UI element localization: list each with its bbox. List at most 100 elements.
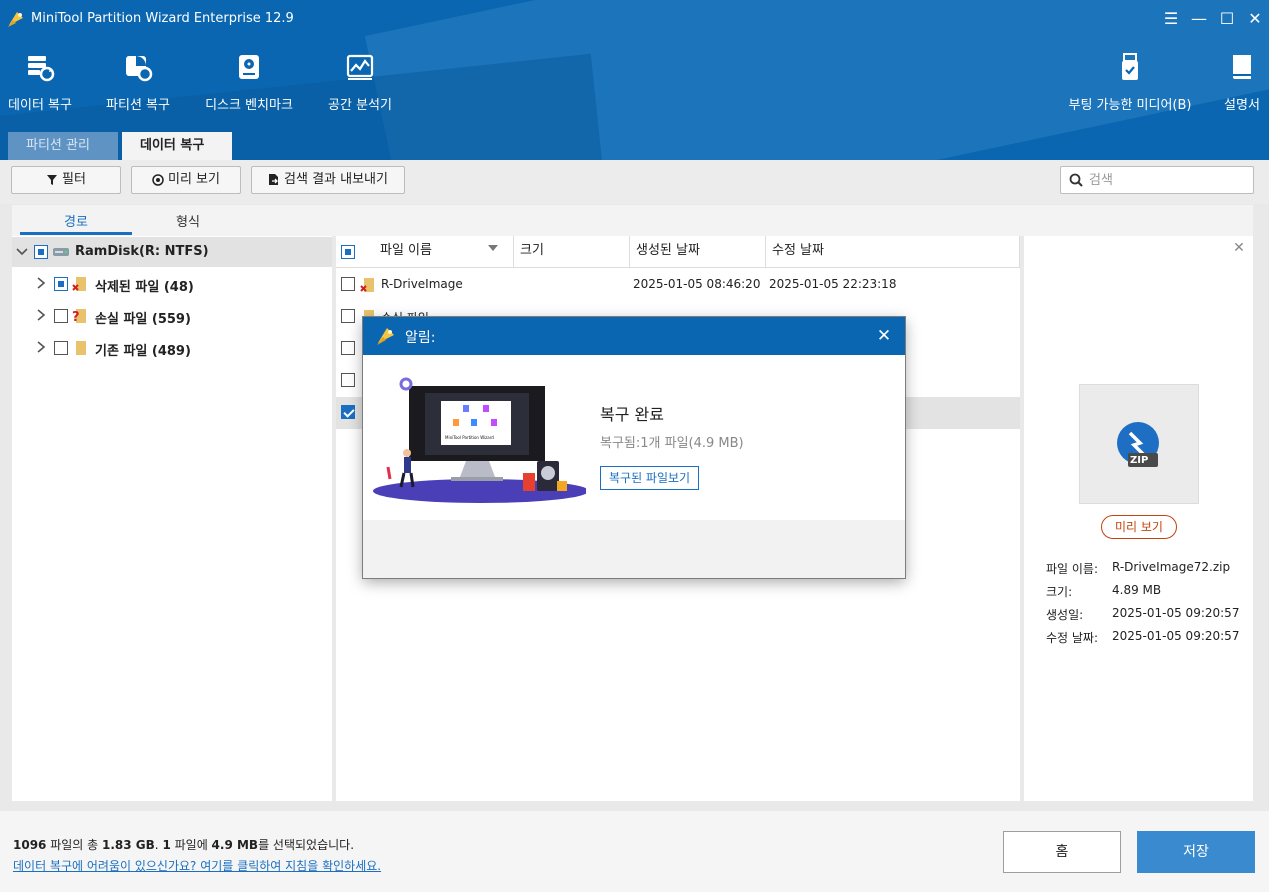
tree-item-deleted[interactable]: 삭제된 파일 (48) (12, 269, 332, 299)
maximize-button[interactable]: ☐ (1216, 8, 1238, 30)
svg-text:?: ? (72, 310, 80, 325)
dialog-footer (363, 520, 905, 578)
tree-item-deleted-checkbox[interactable] (54, 277, 68, 291)
toolbar-partition-recovery[interactable]: 파티션 복구 (102, 52, 174, 116)
filter-label: 필터 (62, 172, 86, 187)
dialog-heading: 복구 완료 (600, 405, 664, 424)
usb-drive-icon (1122, 53, 1138, 80)
row-name: R-DriveImage (381, 277, 463, 291)
title-bar: MiniTool Partition Wizard Enterprise 12.… (0, 0, 1269, 38)
tree-item-deleted-label: 삭제된 파일 (48) (95, 280, 194, 295)
filter-button[interactable]: 필터 (11, 166, 121, 194)
summary-count: 1096 (13, 838, 47, 852)
search-input[interactable] (1089, 170, 1247, 190)
manual-book-icon (1233, 55, 1251, 79)
toolbar-disk-benchmark[interactable]: 디스크 벤치마크 (200, 52, 298, 116)
search-icon (1069, 173, 1083, 187)
toolbar-bootable-media[interactable]: 부팅 가능한 미디어(B) (1062, 52, 1198, 116)
row-checkbox[interactable] (341, 309, 355, 323)
info-modified-value: 2025-01-05 09:20:57 (1112, 629, 1240, 643)
action-row: 필터 미리 보기 검색 결과 내보내기 (0, 160, 1269, 204)
notification-dialog: 알림: ✕ MiniTool Partition Wizard 복구 완료 복구… (363, 317, 905, 578)
column-created-label: 생성된 날짜 (636, 243, 700, 258)
dialog-header: 알림: ✕ (363, 317, 905, 355)
deleted-folder-icon (72, 277, 86, 291)
table-header: 파일 이름 크기 생성된 날짜 수정 날짜 (336, 236, 1020, 268)
tree-tab-type[interactable]: 형식 (176, 211, 200, 230)
chevron-right-icon[interactable] (36, 277, 46, 289)
row-checkbox[interactable] (341, 373, 355, 387)
app-logo-icon (377, 328, 394, 345)
export-results-button[interactable]: 검색 결과 내보내기 (251, 166, 405, 194)
tab-data-recovery[interactable]: 데이터 복구✕ (122, 132, 232, 160)
tree-root-row[interactable]: RamDisk(R: NTFS) (12, 237, 332, 267)
chevron-right-icon[interactable] (36, 309, 46, 321)
eye-icon (152, 173, 164, 186)
tab-partition-management[interactable]: 파티션 관리 (8, 132, 118, 160)
summary-text-4: 를 선택되었습니다. (258, 838, 355, 852)
tree-root-checkbox[interactable] (34, 245, 48, 259)
selection-summary: 1096 파일의 총 1.83 GB. 1 파일에 4.9 MB를 선택되었습니… (13, 836, 354, 853)
toolbar-partition-recovery-label: 파티션 복구 (106, 98, 170, 113)
row-checkbox[interactable] (341, 405, 355, 419)
info-size-label: 크기: (1046, 585, 1073, 599)
chevron-down-icon[interactable] (16, 247, 28, 257)
home-button[interactable]: 홈 (1003, 831, 1121, 873)
preview-button[interactable]: 미리 보기 (131, 166, 241, 194)
toolbar-data-recovery[interactable]: 데이터 복구 (4, 52, 76, 116)
tree-item-lost[interactable]: ? 손실 파일 (559) (12, 301, 332, 331)
row-created: 2025-01-05 08:46:20 (633, 277, 761, 291)
tree-item-existing[interactable]: 기존 파일 (489) (12, 333, 332, 363)
header-band: MiniTool Partition Wizard Enterprise 12.… (0, 0, 1269, 160)
preview-label: 미리 보기 (168, 172, 220, 187)
lost-folder-icon: ? (72, 309, 86, 325)
toolbar-space-analyzer-label: 공간 분석기 (328, 98, 392, 113)
file-thumbnail: ZIP (1079, 384, 1199, 504)
save-button[interactable]: 저장 (1137, 831, 1255, 873)
row-checkbox[interactable] (341, 341, 355, 355)
column-size-label: 크기 (520, 243, 544, 258)
toolbar-space-analyzer[interactable]: 공간 분석기 (323, 52, 397, 116)
info-modified-label: 수정 날짜: (1046, 631, 1099, 645)
tree-item-lost-checkbox[interactable] (54, 309, 68, 323)
menu-icon[interactable]: ☰ (1160, 8, 1182, 30)
summary-text-3: 파일에 (170, 838, 212, 852)
preview-close-icon[interactable]: ✕ (1232, 241, 1246, 255)
zip-label: ZIP (1130, 455, 1149, 466)
summary-selected: 1 (162, 838, 171, 852)
space-analyzer-icon (346, 54, 374, 80)
tree-root-label: RamDisk(R: NTFS) (75, 244, 209, 259)
data-recovery-icon (28, 56, 55, 82)
deleted-folder-icon (360, 278, 374, 292)
drive-icon (53, 248, 69, 256)
tree-tab-indicator (20, 232, 132, 235)
search-box[interactable] (1060, 166, 1254, 194)
view-recovered-files-button[interactable]: 복구된 파일보기 (600, 466, 700, 490)
info-created-label: 생성일: (1046, 608, 1084, 622)
info-name-value: R-DriveImage72.zip (1112, 560, 1231, 574)
toolbar-manual-label: 설명서 (1224, 98, 1260, 113)
column-created[interactable]: 생성된 날짜 (630, 236, 766, 268)
table-row[interactable]: R-DriveImage 2025-01-05 08:46:20 2025-01… (336, 269, 1020, 301)
help-link[interactable]: 데이터 복구에 어려움이 있으신가요? 여기를 클릭하여 지침을 확인하세요. (13, 857, 381, 874)
preview-file-button[interactable]: 미리 보기 (1101, 515, 1177, 539)
disk-benchmark-icon (239, 55, 259, 79)
tab-partition-management-label: 파티션 관리 (26, 138, 90, 153)
row-checkbox[interactable] (341, 277, 355, 291)
sort-desc-icon[interactable] (488, 245, 498, 253)
toolbar-manual[interactable]: 설명서 (1218, 52, 1266, 116)
dialog-subtext: 복구됨:1개 파일(4.9 MB) (600, 436, 744, 451)
select-all-checkbox[interactable] (341, 245, 355, 259)
column-size[interactable]: 크기 (514, 236, 630, 268)
minimize-button[interactable]: — (1188, 8, 1210, 30)
recovery-illustration: MiniTool Partition Wizard (373, 377, 586, 503)
partition-recovery-icon (126, 56, 153, 82)
tree-item-existing-checkbox[interactable] (54, 341, 68, 355)
dialog-close-icon[interactable]: ✕ (875, 327, 893, 345)
close-window-button[interactable]: ✕ (1244, 8, 1266, 30)
chevron-right-icon[interactable] (36, 341, 46, 353)
column-modified[interactable]: 수정 날짜 (766, 236, 1020, 268)
tree-tab-path[interactable]: 경로 (64, 211, 88, 230)
filter-icon (47, 174, 58, 185)
column-name-label: 파일 이름 (380, 243, 432, 258)
